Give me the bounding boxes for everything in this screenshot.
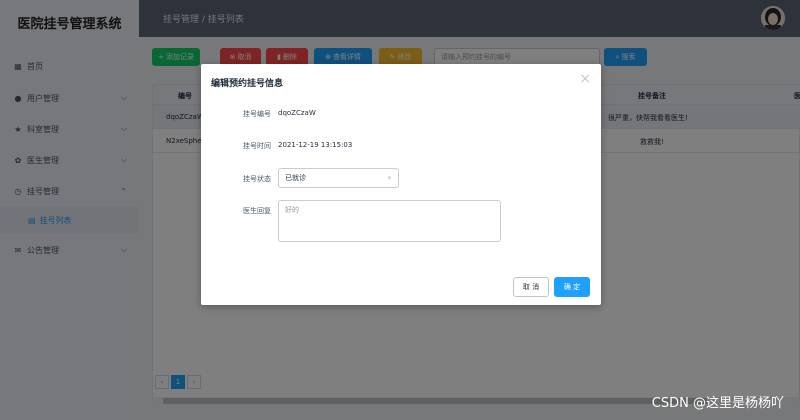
chevron-down-icon: ▾: [387, 174, 391, 182]
status-select-value: 已就诊: [285, 174, 306, 182]
reply-label: 医生回复: [243, 207, 271, 215]
id-value: dqoZCzaW: [278, 109, 316, 117]
close-icon[interactable]: ×: [579, 71, 591, 87]
edit-registration-dialog: 编辑预约挂号信息 × 挂号编号 dqoZCzaW 挂号时间 2021-12-19…: [201, 64, 601, 305]
cancel-button[interactable]: 取 消: [513, 277, 549, 297]
confirm-button[interactable]: 确 定: [554, 277, 590, 297]
doctor-reply-textarea[interactable]: 好的: [278, 200, 501, 242]
status-select[interactable]: 已就诊 ▾: [278, 168, 399, 188]
id-label: 挂号编号: [243, 110, 271, 118]
dialog-title: 编辑预约挂号信息: [211, 79, 284, 89]
time-value: 2021-12-19 13:15:03: [278, 141, 353, 149]
watermark: CSDN @这里是杨杨吖: [651, 396, 784, 411]
status-label: 挂号状态: [243, 175, 271, 183]
time-label: 挂号时间: [243, 142, 271, 150]
